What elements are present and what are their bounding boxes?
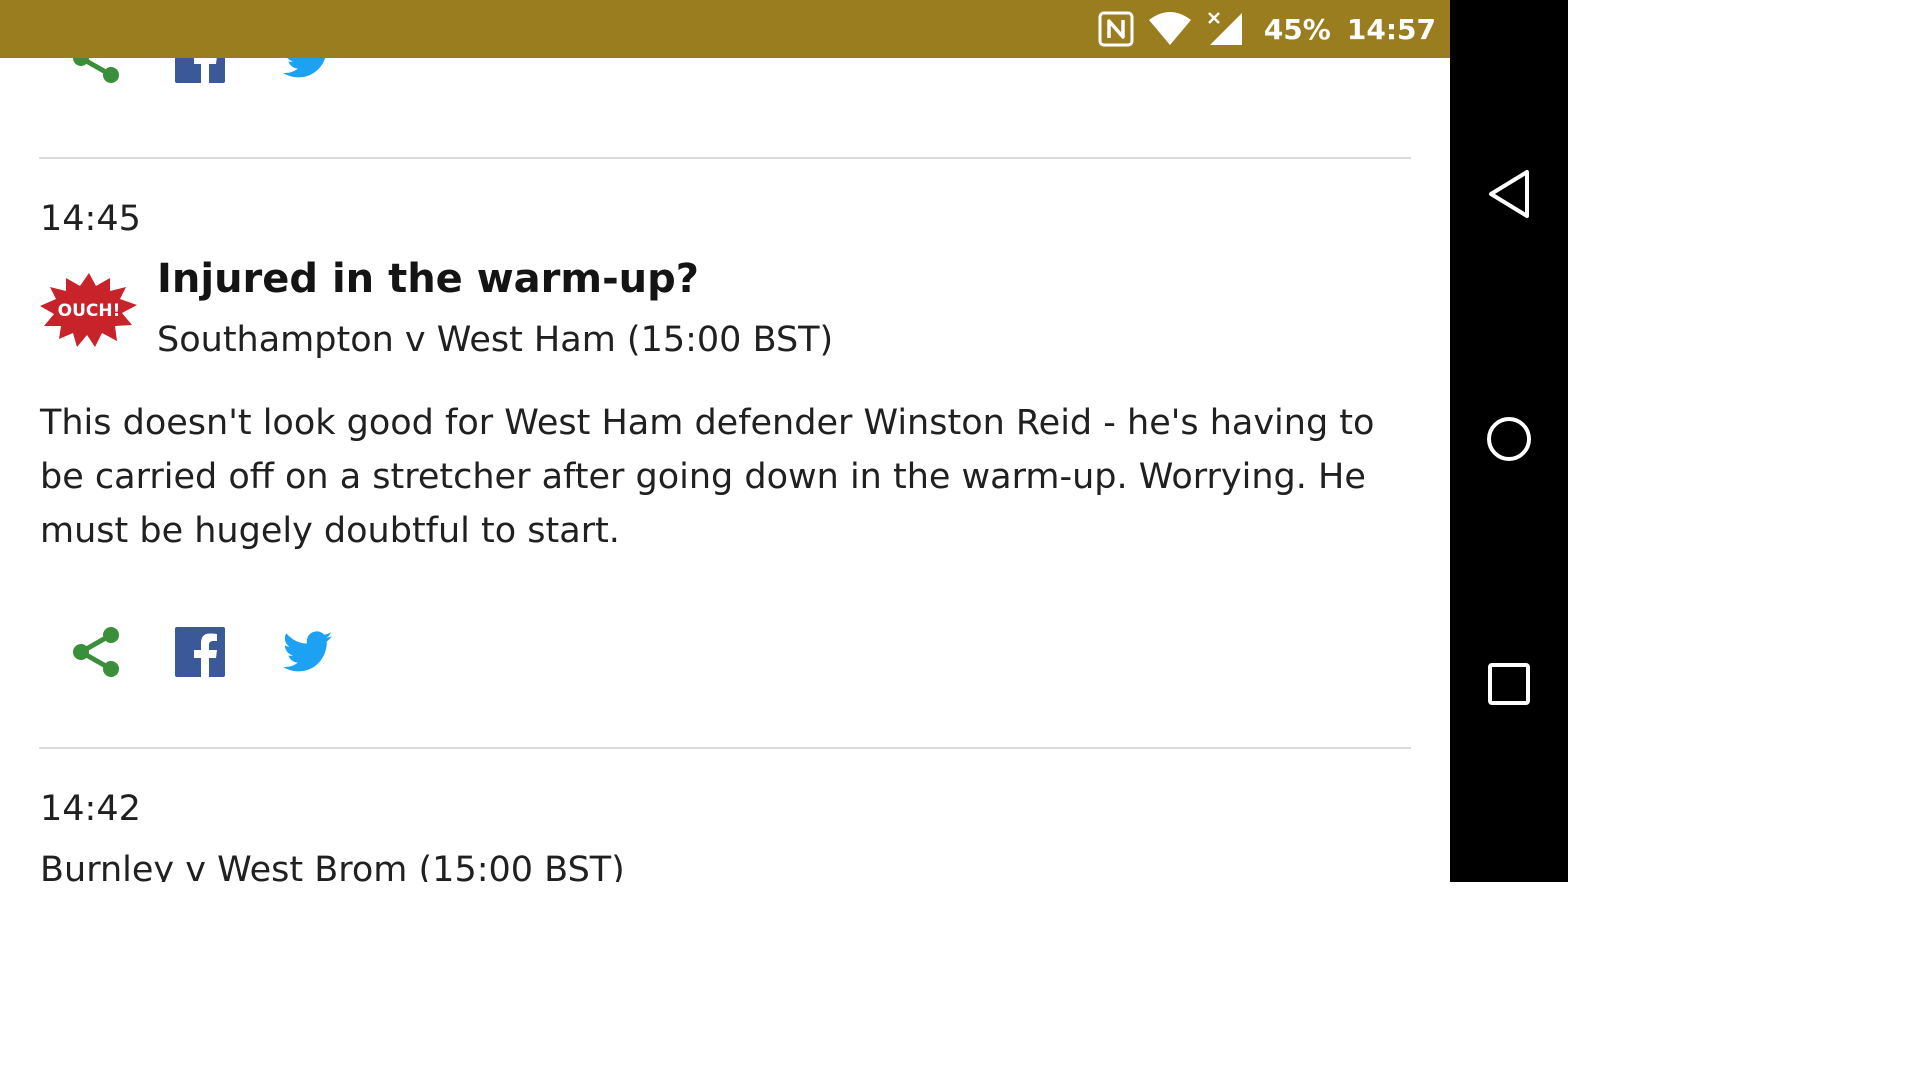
ouch-badge-icon: OUCH! — [40, 273, 138, 347]
share-icon — [71, 58, 121, 89]
facebook-icon — [175, 626, 225, 682]
battery-level: 45% — [1263, 12, 1331, 46]
post-timestamp: 14:45 — [40, 199, 141, 239]
share-row — [68, 626, 336, 682]
post-title: Injured in the warm-up? — [157, 256, 699, 302]
status-time: 14:57 — [1346, 12, 1436, 46]
share-icon — [71, 626, 121, 683]
post-body: This doesn't look good for West Ham defe… — [40, 403, 1375, 551]
screen: 45% 14:57 14:45 OUCH! Injured in the war… — [0, 0, 1568, 882]
share-button[interactable] — [68, 58, 124, 88]
share-button[interactable] — [68, 626, 124, 682]
badge-label: OUCH! — [58, 301, 121, 321]
status-bar: 45% 14:57 — [0, 0, 1450, 58]
twitter-icon — [282, 630, 333, 678]
back-button[interactable] — [1450, 151, 1568, 241]
post-match: Southampton v West Ham (15:00 BST) — [157, 320, 834, 360]
divider — [39, 157, 1411, 159]
recents-icon — [1487, 662, 1531, 711]
back-icon — [1487, 169, 1531, 224]
facebook-share-button[interactable] — [172, 626, 228, 682]
recents-button[interactable] — [1450, 641, 1568, 731]
post-timestamp: 14:42 — [40, 789, 141, 829]
twitter-share-button[interactable] — [280, 58, 336, 88]
nfc-icon — [1098, 11, 1134, 47]
divider — [39, 747, 1411, 749]
twitter-share-button[interactable] — [280, 626, 336, 682]
wifi-icon — [1148, 12, 1192, 46]
home-icon — [1485, 415, 1533, 468]
status-icons: 45% 14:57 — [1098, 0, 1436, 58]
share-row-previous — [68, 58, 336, 88]
live-feed[interactable]: 14:45 OUCH! Injured in the warm-up? Sout… — [0, 58, 1450, 882]
signal-icon — [1206, 11, 1244, 47]
post-match: Burnley v West Brom (15:00 BST) — [40, 850, 625, 882]
facebook-share-button[interactable] — [172, 58, 228, 88]
twitter-icon — [282, 58, 333, 84]
navigation-bar — [1450, 0, 1568, 882]
home-button[interactable] — [1450, 396, 1568, 486]
facebook-icon — [175, 58, 225, 88]
